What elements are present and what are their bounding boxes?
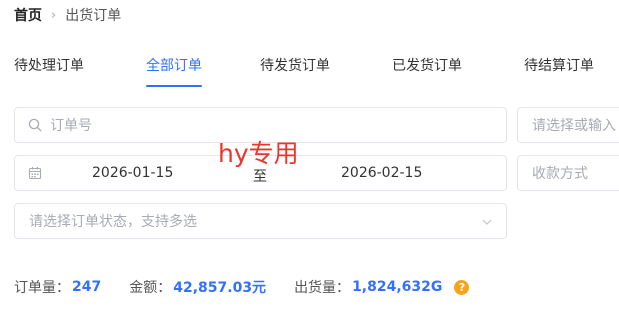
tab-pending-shipment[interactable]: 待发货订单 — [260, 52, 330, 80]
tab-all-orders[interactable]: 全部订单 — [146, 52, 202, 87]
tab-pending-settlement[interactable]: 待结算订单 — [524, 52, 594, 80]
calendar-icon — [28, 167, 42, 180]
order-count-label: 订单量： — [14, 280, 70, 296]
breadcrumb-separator-icon: › — [51, 7, 57, 23]
payment-method-placeholder: 收款方式 — [532, 166, 588, 182]
select-or-input-field[interactable]: 请选择或输入 — [517, 107, 619, 143]
payment-method-select[interactable]: 收款方式 — [517, 155, 619, 191]
tab-shipped[interactable]: 已发货订单 — [392, 52, 462, 80]
order-tabs: 待处理订单 全部订单 待发货订单 已发货订单 待结算订单 — [0, 52, 619, 92]
breadcrumb-current: 出货订单 — [65, 8, 122, 24]
order-status-multiselect[interactable]: 请选择订单状态，支持多选 — [14, 203, 507, 239]
date-start-value[interactable]: 2026-01-15 — [92, 165, 173, 181]
search-icon — [28, 118, 42, 132]
date-end-value[interactable]: 2026-02-15 — [341, 165, 422, 181]
amount-value: 42,857.03元 — [173, 280, 267, 296]
order-status-placeholder: 请选择订单状态，支持多选 — [29, 214, 197, 230]
watermark-text: hy专用 — [218, 139, 299, 168]
shipment-value: 1,824,632G — [352, 279, 443, 295]
shipment-label: 出货量： — [294, 280, 351, 296]
order-number-search-input[interactable]: 订单号 — [14, 107, 507, 143]
order-summary: 订单量： 247 金额： 42,857.03元 出货量： 1,824,632G … — [14, 276, 470, 298]
chevron-down-icon — [482, 219, 492, 225]
order-number-placeholder: 订单号 — [50, 118, 92, 134]
date-range-separator: 至 — [253, 169, 267, 185]
order-count-value: 247 — [72, 279, 102, 295]
tab-pending-processing[interactable]: 待处理订单 — [14, 52, 84, 80]
breadcrumb-home[interactable]: 首页 — [14, 5, 42, 25]
select-or-input-placeholder: 请选择或输入 — [532, 118, 616, 134]
amount-label: 金额： — [129, 280, 172, 296]
question-icon[interactable]: ? — [454, 279, 470, 295]
breadcrumb: 首页 › 出货订单 — [14, 4, 121, 26]
